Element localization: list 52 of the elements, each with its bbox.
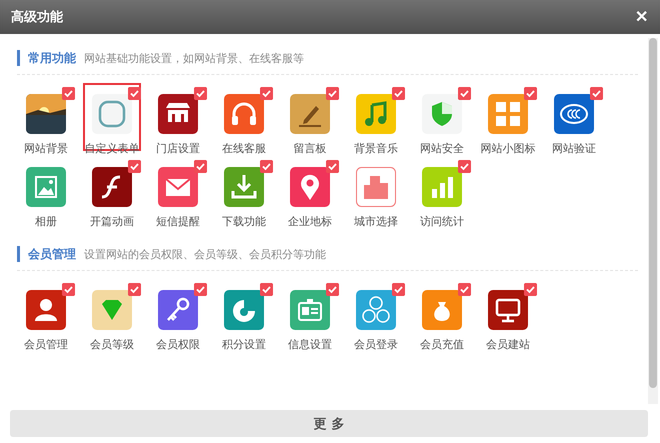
music-note-icon: [356, 94, 396, 134]
download-icon: [224, 167, 264, 207]
section-title: 常用功能: [17, 50, 76, 66]
feature-item[interactable]: 在线客服: [215, 83, 273, 151]
feature-item[interactable]: 短信提醒: [149, 156, 207, 224]
close-button[interactable]: ✕: [635, 7, 648, 27]
feature-item[interactable]: 会员充值: [413, 279, 471, 347]
donut-icon: [224, 290, 264, 330]
feature-item[interactable]: 下载功能: [215, 156, 273, 224]
storefront-icon: [158, 94, 198, 134]
social-logos-icon: [356, 290, 396, 330]
feature-item[interactable]: 信息设置: [281, 279, 339, 347]
rounded-square-icon: [92, 94, 132, 134]
feature-item[interactable]: 网站小图标: [479, 83, 537, 151]
feature-item[interactable]: 网站安全: [413, 83, 471, 151]
feature-item[interactable]: 会员管理: [17, 279, 75, 347]
envelope-icon: [158, 167, 198, 207]
map-pin-icon: [290, 167, 330, 207]
buildings-icon: [356, 167, 396, 207]
id-badge-icon: [290, 290, 330, 330]
feature-item[interactable]: 相册: [17, 156, 75, 224]
feature-item[interactable]: 企业地标: [281, 156, 339, 224]
section-description: 网站基础功能设置，如网站背景、在线客服等: [84, 51, 304, 66]
key-icon: [158, 290, 198, 330]
section-title: 会员管理: [17, 246, 76, 262]
feature-item[interactable]: 会员登录: [347, 279, 405, 347]
picture-icon: [26, 167, 66, 207]
sunset-photo-icon: [26, 94, 66, 134]
money-bag-icon: [422, 290, 462, 330]
shield-icon: [422, 94, 462, 134]
feature-item[interactable]: 开篇动画: [83, 156, 141, 224]
flash-logo-icon: [92, 167, 132, 207]
headphones-icon: [224, 94, 264, 134]
dialog-title: 高级功能: [11, 8, 63, 26]
feature-item[interactable]: 访问统计: [413, 156, 471, 224]
letter-tiles-icon: [488, 94, 528, 134]
feature-item[interactable]: 留言板: [281, 83, 339, 151]
bar-chart-icon: [422, 167, 462, 207]
feature-item[interactable]: 会员权限: [149, 279, 207, 347]
person-icon: [26, 290, 66, 330]
feature-item[interactable]: 门店设置: [149, 83, 207, 151]
pencil-icon: [290, 94, 330, 134]
feature-item[interactable]: 会员建站: [479, 279, 537, 347]
section-description: 设置网站的会员权限、会员等级、会员积分等功能: [84, 247, 326, 262]
feature-item[interactable]: 积分设置: [215, 279, 273, 347]
monitor-icon: [488, 290, 528, 330]
feature-item[interactable]: 网站验证: [545, 83, 603, 151]
more-button[interactable]: 更 多: [10, 410, 648, 437]
ccc-logo-icon: [554, 94, 594, 134]
feature-item[interactable]: 城市选择: [347, 156, 405, 224]
feature-item[interactable]: 会员等级: [83, 279, 141, 347]
scrollbar[interactable]: [648, 38, 658, 404]
